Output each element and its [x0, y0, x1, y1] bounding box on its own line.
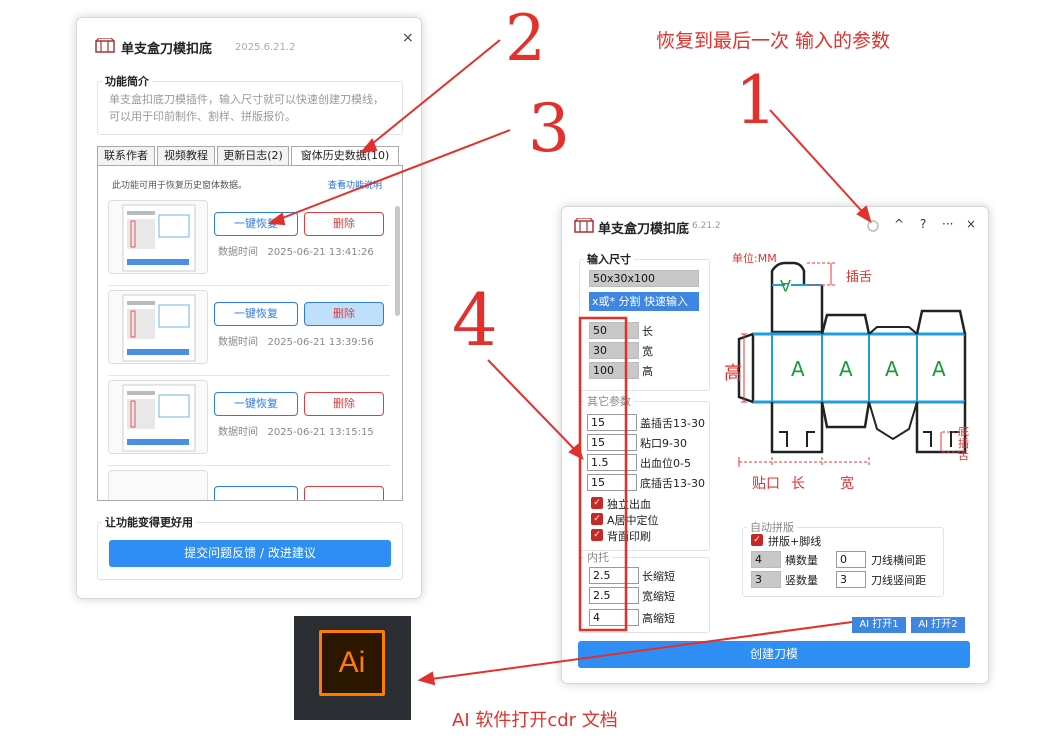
illustrator-logo: Ai [294, 616, 411, 720]
annotation-1: 1 [735, 62, 777, 139]
ai-logo-text: Ai [319, 630, 385, 696]
annotation-3: 3 [528, 90, 570, 167]
annotation-2: 2 [505, 2, 546, 76]
annotation-restore-note: 恢复到最后一次 输入的参数 [656, 30, 891, 52]
highlight-box [578, 316, 628, 632]
annotation-ai-note: AI 软件打开cdr 文档 [452, 710, 618, 731]
annotation-4: 4 [452, 278, 498, 362]
